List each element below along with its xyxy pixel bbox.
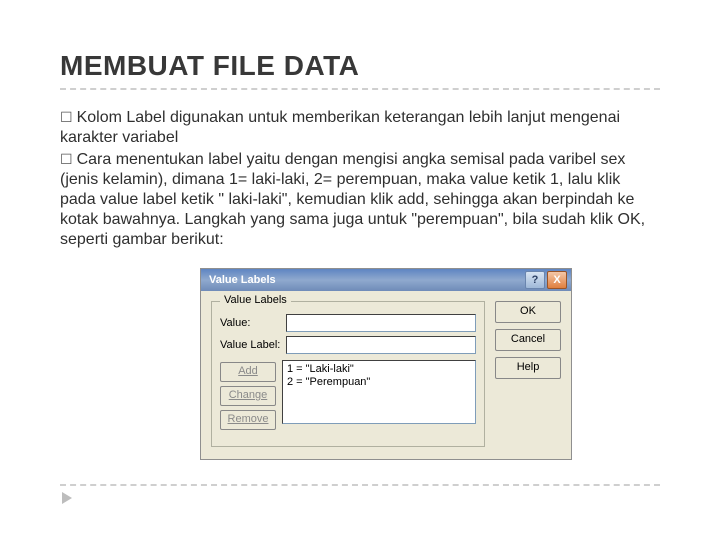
list-item[interactable]: 1 = "Laki-laki" (287, 363, 471, 376)
help-titlebar-button[interactable]: ? (525, 271, 545, 289)
add-button[interactable]: Add (220, 362, 276, 382)
value-input[interactable] (286, 314, 476, 332)
bullet-1: ☐Kolom Label digunakan untuk memberikan … (60, 108, 660, 148)
value-label: Value: (220, 317, 286, 329)
value-labels-group: Value Labels Value: Value Label: Add Cha… (211, 301, 485, 447)
checkbox-icon: ☐ (60, 152, 73, 168)
change-button[interactable]: Change (220, 386, 276, 406)
dialog-title: Value Labels (209, 274, 523, 286)
page-title: MEMBUAT FILE DATA (60, 50, 660, 82)
body-text: ☐Kolom Label digunakan untuk memberikan … (60, 108, 660, 250)
checkbox-icon: ☐ (60, 110, 73, 126)
divider (60, 88, 660, 90)
remove-button[interactable]: Remove (220, 410, 276, 430)
play-cue-icon (62, 492, 72, 504)
list-item[interactable]: 2 = "Perempuan" (287, 376, 471, 389)
group-legend: Value Labels (220, 294, 291, 306)
values-listbox[interactable]: 1 = "Laki-laki" 2 = "Perempuan" (282, 360, 476, 424)
dialog-titlebar: Value Labels ? X (201, 269, 571, 291)
cancel-button[interactable]: Cancel (495, 329, 561, 351)
valuelabel-label: Value Label: (220, 339, 286, 351)
divider (60, 484, 660, 486)
bullet-2: ☐Cara menentukan label yaitu dengan meng… (60, 150, 660, 250)
value-labels-dialog: Value Labels ? X Value Labels Value: Val… (200, 268, 572, 460)
close-button[interactable]: X (547, 271, 567, 289)
ok-button[interactable]: OK (495, 301, 561, 323)
help-button[interactable]: Help (495, 357, 561, 379)
valuelabel-input[interactable] (286, 336, 476, 354)
